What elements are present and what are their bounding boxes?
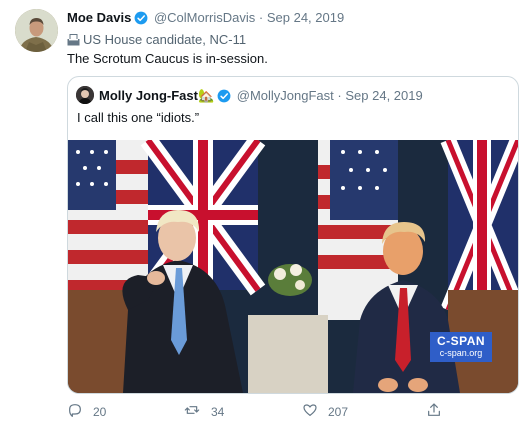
quoted-header: Molly Jong-Fast🏡 @MollyJongFast · Sep 24…: [99, 87, 423, 107]
reply-count: 20: [93, 404, 107, 419]
tweet-date[interactable]: Sep 24, 2019: [267, 10, 344, 25]
author-name[interactable]: Moe Davis: [67, 10, 131, 25]
author-label: US House candidate, NC-11: [67, 31, 246, 48]
retweet-icon: [183, 402, 211, 421]
verified-badge-icon: [217, 89, 231, 107]
quoted-text: I call this one “idiots.”: [77, 110, 200, 125]
tweet-card[interactable]: Moe Davis @ColMorrisDavis · Sep 24, 2019…: [0, 0, 530, 428]
reply-button[interactable]: 20: [67, 402, 106, 421]
ballot-box-icon: [67, 32, 83, 47]
quoted-tweet[interactable]: Molly Jong-Fast🏡 @MollyJongFast · Sep 24…: [67, 76, 519, 394]
like-count: 207: [328, 404, 349, 419]
cspan-url: c-span.org: [439, 348, 483, 358]
header-separator: ·: [258, 10, 264, 25]
author-avatar[interactable]: [15, 9, 58, 52]
reply-icon: [67, 402, 93, 421]
verified-badge-icon: [134, 11, 148, 29]
quoted-author-name[interactable]: Molly Jong-Fast: [99, 88, 198, 103]
house-emoji: 🏡: [197, 88, 215, 103]
author-header: Moe Davis @ColMorrisDavis · Sep 24, 2019: [67, 9, 344, 29]
like-button[interactable]: 207: [302, 402, 348, 421]
quoted-author-handle[interactable]: @MollyJongFast: [237, 88, 334, 103]
quoted-header-separator: ·: [337, 88, 342, 103]
retweet-button[interactable]: 34: [183, 402, 224, 421]
share-button[interactable]: [426, 402, 452, 421]
quoted-media-photo[interactable]: C-SPAN c-span.org: [68, 140, 518, 393]
retweet-count: 34: [211, 404, 225, 419]
quoted-date[interactable]: Sep 24, 2019: [345, 88, 422, 103]
author-handle[interactable]: @ColMorrisDavis: [154, 10, 255, 25]
author-label-text: US House candidate, NC-11: [83, 32, 247, 47]
share-icon: [426, 402, 452, 421]
cspan-title: C-SPAN: [436, 334, 486, 348]
tweet-actions: 20 34 207: [67, 402, 467, 422]
like-icon: [302, 402, 328, 421]
cspan-watermark: C-SPAN c-span.org: [430, 332, 492, 362]
quoted-author-avatar[interactable]: [76, 86, 94, 104]
tweet-text: The Scrotum Caucus is in-session.: [67, 51, 268, 66]
